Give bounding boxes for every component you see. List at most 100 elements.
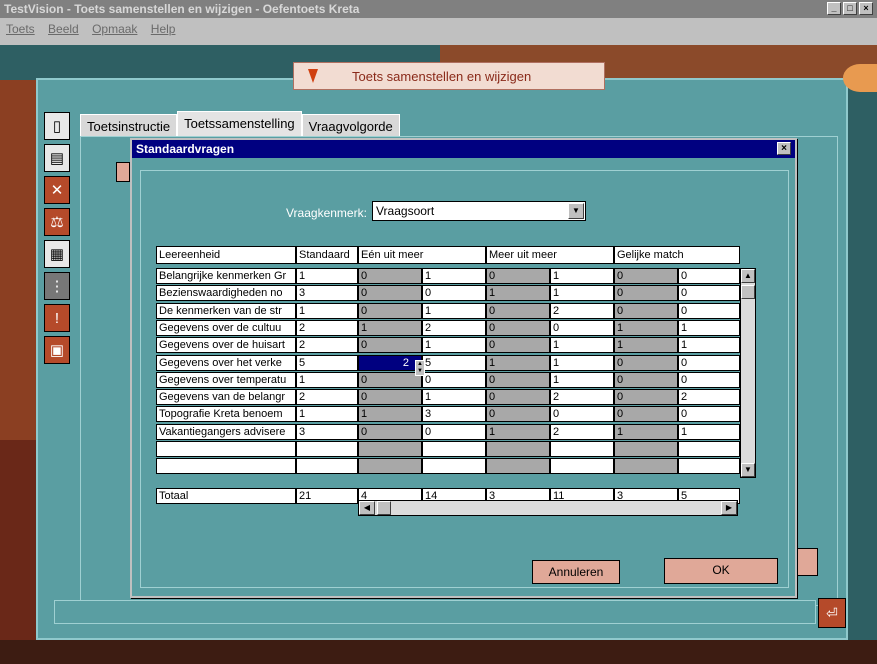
- menu-beeld[interactable]: Beeld: [48, 22, 79, 36]
- horizontal-scrollbar[interactable]: ◀ ▶: [358, 500, 738, 516]
- grid-cell[interactable]: 0: [614, 371, 678, 388]
- grid-cell[interactable]: 0: [486, 268, 550, 284]
- grid-cell[interactable]: [550, 458, 614, 475]
- menu-toets[interactable]: Toets: [6, 22, 35, 36]
- grid-cell[interactable]: 0: [486, 371, 550, 388]
- grid-cell[interactable]: [678, 441, 740, 457]
- grid-cell[interactable]: 0: [486, 302, 550, 319]
- grid-cell[interactable]: 0: [614, 302, 678, 319]
- grid-cell[interactable]: [422, 458, 486, 475]
- maximize-button[interactable]: □: [843, 2, 857, 15]
- tab-toetsinstructie[interactable]: Toetsinstructie: [80, 114, 178, 136]
- tools-icon[interactable]: ✕: [44, 176, 70, 204]
- document-icon[interactable]: ▯: [44, 112, 70, 140]
- grid-cell[interactable]: 0: [422, 423, 486, 440]
- grid-cell[interactable]: 1: [422, 389, 486, 406]
- grid-cell[interactable]: 0: [614, 268, 678, 284]
- grid-cell[interactable]: 0: [358, 268, 422, 284]
- grid-cell[interactable]: 0: [678, 285, 740, 302]
- grid-cell[interactable]: 1: [422, 302, 486, 319]
- grid-cell[interactable]: 1: [422, 337, 486, 354]
- grid-cell[interactable]: 0: [678, 371, 740, 388]
- grid-cell[interactable]: 0: [486, 389, 550, 406]
- grid-cell[interactable]: 0: [678, 302, 740, 319]
- grid-cell[interactable]: 0: [550, 319, 614, 336]
- grid-cell[interactable]: 1: [550, 371, 614, 388]
- grid-cell[interactable]: 0: [422, 285, 486, 302]
- grid-cell[interactable]: 1: [678, 423, 740, 440]
- edit-icon[interactable]: ▤: [44, 144, 70, 172]
- grid-cell[interactable]: 3: [422, 406, 486, 423]
- grid-cell[interactable]: 0: [614, 406, 678, 423]
- cancel-button[interactable]: Annuleren: [532, 560, 620, 584]
- grid-cell[interactable]: 2: [358, 354, 422, 371]
- balance-icon[interactable]: ⚖: [44, 208, 70, 236]
- grid-cell[interactable]: 1: [678, 319, 740, 336]
- grid-cell[interactable]: [358, 441, 422, 457]
- close-button[interactable]: ×: [859, 2, 873, 15]
- grid-cell[interactable]: 0: [486, 319, 550, 336]
- panel-button[interactable]: [116, 162, 130, 182]
- scroll-thumb[interactable]: [741, 285, 755, 299]
- grid-cell[interactable]: 0: [678, 406, 740, 423]
- calculator-icon[interactable]: ▦: [44, 240, 70, 268]
- ok-button[interactable]: OK: [664, 558, 778, 584]
- thermometer-icon[interactable]: !: [44, 304, 70, 332]
- menu-help[interactable]: Help: [151, 22, 176, 36]
- grid-cell[interactable]: 0: [422, 371, 486, 388]
- grid-cell[interactable]: 1: [614, 423, 678, 440]
- vraagkenmerk-select[interactable]: Vraagsoort ▼: [372, 201, 586, 221]
- panel-button[interactable]: [796, 548, 818, 576]
- grid-cell[interactable]: 2: [422, 319, 486, 336]
- grid-cell[interactable]: 0: [358, 371, 422, 388]
- grid-cell[interactable]: [550, 441, 614, 457]
- grid-cell[interactable]: 1: [486, 354, 550, 371]
- info-icon[interactable]: ⋮: [44, 272, 70, 300]
- grid-cell[interactable]: [614, 458, 678, 475]
- dialog-close-button[interactable]: ×: [777, 142, 791, 155]
- grid-cell[interactable]: 1: [486, 285, 550, 302]
- grid-cell[interactable]: 1: [486, 423, 550, 440]
- grid-cell[interactable]: 0: [678, 354, 740, 371]
- scroll-thumb[interactable]: [377, 501, 391, 515]
- grid-cell[interactable]: [614, 441, 678, 457]
- vertical-scrollbar[interactable]: ▲ ▼: [740, 268, 756, 478]
- grid-cell[interactable]: 0: [614, 389, 678, 406]
- scroll-down-icon[interactable]: ▼: [741, 463, 755, 477]
- spinner-icon[interactable]: ▲ ▼: [415, 360, 425, 376]
- grid-cell[interactable]: [486, 458, 550, 475]
- grid-cell[interactable]: 1: [550, 337, 614, 354]
- grid-cell[interactable]: 0: [486, 337, 550, 354]
- grid-cell[interactable]: 0: [358, 337, 422, 354]
- tab-toetssamenstelling[interactable]: Toetssamenstelling: [177, 111, 302, 136]
- grid-cell[interactable]: 0: [486, 406, 550, 423]
- grid-cell[interactable]: 1: [550, 354, 614, 371]
- grid-cell[interactable]: [422, 441, 486, 457]
- grid-cell[interactable]: 2: [678, 389, 740, 406]
- grid-cell[interactable]: 0: [358, 302, 422, 319]
- grid-cell[interactable]: 5: [422, 354, 486, 371]
- scroll-right-icon[interactable]: ▶: [721, 501, 737, 515]
- grid-cell[interactable]: 2: [550, 389, 614, 406]
- grid-cell[interactable]: 1: [358, 319, 422, 336]
- grid-cell[interactable]: 1: [614, 319, 678, 336]
- minimize-button[interactable]: _: [827, 2, 841, 15]
- grid-cell[interactable]: 1: [550, 268, 614, 284]
- grid-cell[interactable]: 1: [358, 406, 422, 423]
- dropdown-arrow-icon[interactable]: ▼: [568, 203, 584, 219]
- grid-cell[interactable]: 0: [614, 285, 678, 302]
- scroll-left-icon[interactable]: ◀: [359, 501, 375, 515]
- grid-cell[interactable]: 2: [550, 302, 614, 319]
- menu-opmaak[interactable]: Opmaak: [92, 22, 137, 36]
- grid-cell[interactable]: 0: [550, 406, 614, 423]
- grid-cell[interactable]: [678, 458, 740, 475]
- grid-cell[interactable]: 1: [550, 285, 614, 302]
- grid-cell[interactable]: [358, 458, 422, 475]
- grid-cell[interactable]: 0: [678, 268, 740, 284]
- exit-icon[interactable]: ⏎: [818, 598, 846, 628]
- grid-cell[interactable]: 1: [614, 337, 678, 354]
- grid-cell[interactable]: 0: [358, 285, 422, 302]
- grid-cell[interactable]: [486, 441, 550, 457]
- grid-cell[interactable]: 1: [422, 268, 486, 284]
- grid-cell[interactable]: 0: [614, 354, 678, 371]
